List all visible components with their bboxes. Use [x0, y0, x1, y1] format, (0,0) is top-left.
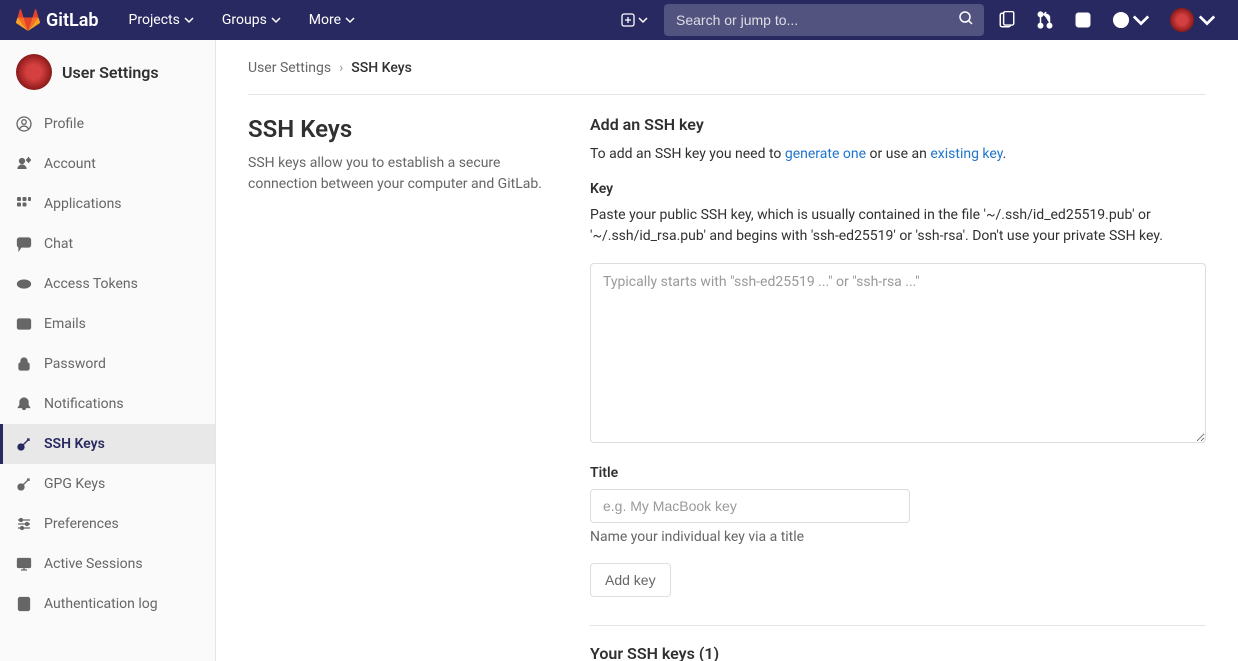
sidebar-item-label: GPG Keys [44, 476, 105, 492]
sidebar-item-label: Applications [44, 196, 122, 212]
nav-more[interactable]: More [297, 4, 367, 36]
intro-text: . [1003, 146, 1007, 162]
sidebar-item-chat[interactable]: Chat [0, 224, 215, 264]
sidebar-item-label: Chat [44, 236, 73, 252]
sidebar-item-label: Authentication log [44, 596, 158, 612]
todos-link[interactable] [1068, 5, 1098, 35]
title-label: Title [590, 465, 1206, 481]
merge-requests-link[interactable] [1030, 5, 1060, 35]
user-menu[interactable] [1164, 2, 1222, 38]
your-keys-heading: Your SSH keys (1) [590, 644, 1206, 661]
sidebar-item-notifications[interactable]: Notifications [0, 384, 215, 424]
sidebar-item-gpg-keys[interactable]: GPG Keys [0, 464, 215, 504]
navbar-right [612, 2, 1222, 38]
tanuki-icon [16, 8, 40, 32]
sidebar-item-label: Emails [44, 316, 86, 332]
title-hint: Name your individual key via a title [590, 529, 1206, 545]
sidebar-item-profile[interactable]: Profile [0, 104, 215, 144]
key-help-text: Paste your public SSH key, which is usua… [590, 205, 1206, 247]
navbar-left: GitLab Projects Groups More [16, 4, 367, 36]
breadcrumb: User Settings › SSH Keys [248, 60, 1206, 95]
gitlab-logo[interactable]: GitLab [16, 8, 99, 32]
sidebar-item-label: Active Sessions [44, 556, 143, 572]
key-textarea[interactable] [590, 263, 1206, 443]
sidebar-item-authentication-log[interactable]: Authentication log [0, 584, 215, 624]
breadcrumb-parent[interactable]: User Settings [248, 60, 331, 76]
intro-text: or use an [866, 146, 930, 162]
sidebar-item-label: SSH Keys [44, 436, 105, 452]
plus-icon [620, 12, 636, 28]
sidebar-item-preferences[interactable]: Preferences [0, 504, 215, 544]
nav-projects[interactable]: Projects [117, 4, 206, 36]
sidebar-item-applications[interactable]: Applications [0, 184, 215, 224]
sidebar-item-label: Preferences [44, 516, 119, 532]
sidebar-item-account[interactable]: Account [0, 144, 215, 184]
form-heading: Add an SSH key [590, 115, 1206, 134]
main-layout: User Settings Profile Account Applicatio… [0, 40, 1238, 661]
nav-more-label: More [309, 12, 341, 28]
sidebar-item-access-tokens[interactable]: Access Tokens [0, 264, 215, 304]
intro-text: To add an SSH key you need to [590, 146, 785, 162]
sidebar-item-active-sessions[interactable]: Active Sessions [0, 544, 215, 584]
title-input[interactable] [590, 489, 910, 523]
chevron-right-icon: › [339, 60, 343, 76]
search-icon[interactable] [958, 10, 974, 30]
nav-projects-label: Projects [129, 12, 180, 28]
sidebar-header[interactable]: User Settings [0, 40, 215, 104]
issues-link[interactable] [992, 5, 1022, 35]
content-area: User Settings › SSH Keys SSH Keys SSH ke… [216, 40, 1238, 661]
sidebar-item-label: Account [44, 156, 96, 172]
search-input[interactable] [664, 4, 984, 36]
sidebar-item-password[interactable]: Password [0, 344, 215, 384]
your-keys-section: Your SSH keys (1) [590, 625, 1206, 661]
form-intro: To add an SSH key you need to generate o… [590, 144, 1206, 165]
chevron-down-icon [271, 15, 281, 25]
top-navbar: GitLab Projects Groups More [0, 0, 1238, 40]
existing-key-link[interactable]: existing key [930, 146, 1002, 162]
ssh-key-form: Add an SSH key To add an SSH key you nee… [590, 115, 1206, 661]
generate-key-link[interactable]: generate one [785, 146, 866, 162]
sidebar-item-label: Notifications [44, 396, 124, 412]
breadcrumb-current: SSH Keys [351, 60, 412, 76]
add-key-button[interactable]: Add key [590, 563, 671, 597]
sidebar-item-label: Password [44, 356, 106, 372]
nav-groups-label: Groups [222, 12, 267, 28]
chevron-down-icon [1198, 11, 1216, 29]
sidebar-item-label: Access Tokens [44, 276, 138, 292]
page-title: SSH Keys [248, 115, 558, 143]
chevron-down-icon [638, 15, 648, 25]
settings-sidebar: User Settings Profile Account Applicatio… [0, 40, 216, 661]
global-search [664, 4, 984, 36]
avatar-icon [1170, 8, 1194, 32]
sidebar-item-label: Profile [44, 116, 84, 132]
brand-text: GitLab [46, 10, 99, 31]
nav-groups[interactable]: Groups [210, 4, 293, 36]
avatar-icon [16, 54, 52, 90]
sidebar-title: User Settings [62, 63, 159, 82]
chevron-down-icon [1132, 11, 1150, 29]
create-menu[interactable] [612, 6, 656, 34]
help-menu[interactable] [1106, 5, 1156, 35]
chevron-down-icon [184, 15, 194, 25]
chevron-down-icon [345, 15, 355, 25]
section-intro: SSH Keys SSH keys allow you to establish… [248, 115, 558, 661]
key-label: Key [590, 181, 1206, 197]
sidebar-item-ssh-keys[interactable]: SSH Keys [0, 424, 215, 464]
page-description: SSH keys allow you to establish a secure… [248, 153, 558, 195]
settings-two-column: SSH Keys SSH keys allow you to establish… [248, 115, 1206, 661]
sidebar-item-emails[interactable]: Emails [0, 304, 215, 344]
